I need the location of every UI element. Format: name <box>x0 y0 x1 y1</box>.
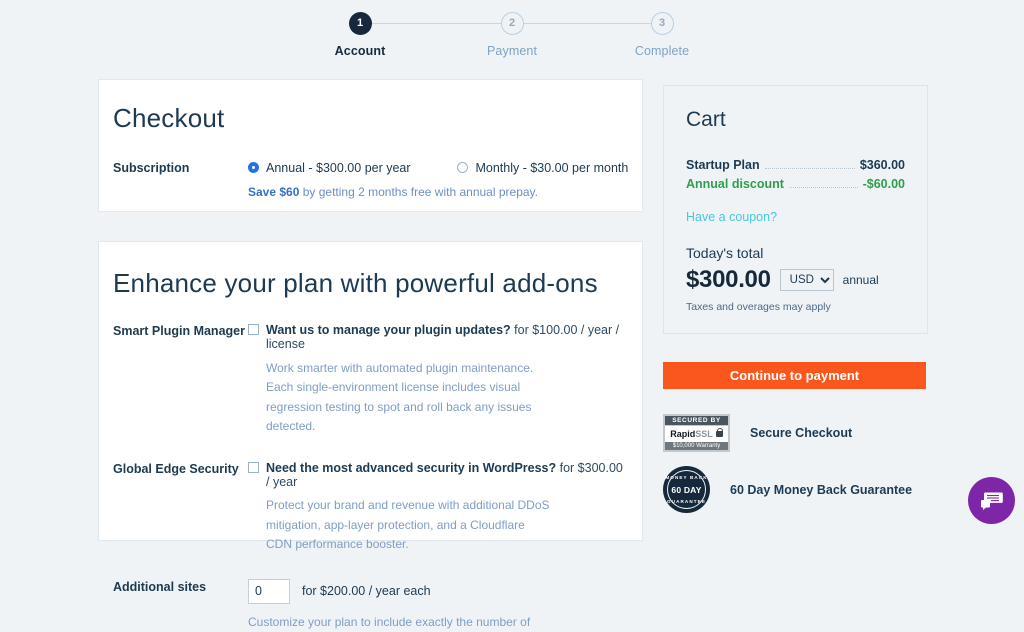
cart-item-amount: -$60.00 <box>862 177 905 191</box>
money-back-seal-icon: MONEY BACK 60 DAY GUARANTEE <box>663 466 710 513</box>
page-title: Checkout <box>113 103 225 133</box>
billing-period: annual <box>842 273 879 287</box>
ssl-brand-bold: Rapid <box>670 428 696 439</box>
cart-title: Cart <box>686 108 726 131</box>
step-number-1: 1 <box>348 12 372 35</box>
total-label: Today's total <box>686 245 764 261</box>
cart-item-name: Startup Plan <box>686 158 760 172</box>
radio-annual-icon[interactable] <box>248 162 259 173</box>
radio-monthly-label: Monthly - $30.00 per month <box>475 160 629 175</box>
chat-widget-button[interactable] <box>968 477 1015 524</box>
addon-label-smart-plugin-manager: Smart Plugin Manager <box>113 324 245 338</box>
checkout-card: Checkout Subscription Annual - $300.00 p… <box>98 79 643 212</box>
savings-text: by getting 2 months free with annual pre… <box>299 185 538 199</box>
coupon-link[interactable]: Have a coupon? <box>686 210 777 224</box>
radio-monthly-icon[interactable] <box>457 162 469 173</box>
ssl-brand-light: SSL <box>695 428 713 439</box>
currency-select[interactable]: USD <box>779 269 834 291</box>
seal-arc-top: MONEY BACK <box>665 475 708 480</box>
continue-to-payment-button[interactable]: Continue to payment <box>663 362 926 389</box>
annual-savings-note: Save $60 by getting 2 months free with a… <box>248 184 642 201</box>
addons-card: Enhance your plan with powerful add-ons … <box>98 241 643 629</box>
addon-label-global-edge-security: Global Edge Security <box>113 461 239 476</box>
money-back-label: 60 Day Money Back Guarantee <box>730 482 913 497</box>
step-label-payment: Payment <box>486 44 538 58</box>
addon-checkbox-global-edge-security[interactable]: Need the most advanced security in WordP… <box>248 461 624 490</box>
chat-bubble-icon <box>980 492 1003 510</box>
additional-sites-description: Customize your plan to include exactly t… <box>248 614 531 629</box>
taxes-note: Taxes and overages may apply <box>686 301 831 313</box>
radio-annual-label: Annual - $300.00 per year <box>266 160 411 175</box>
step-label-account: Account <box>334 44 386 58</box>
stepper-step-payment[interactable]: 2 Payment <box>469 12 555 58</box>
addon-row-smart-plugin-manager: Smart Plugin Manager Want us to manage y… <box>113 323 642 437</box>
lock-icon <box>715 427 724 437</box>
cart-line-items: Startup Plan $360.00 Annual discount -$6… <box>686 158 905 191</box>
addon-description-smart-plugin-manager: Work smarter with automated plugin maint… <box>266 360 534 434</box>
step-number-2: 2 <box>500 12 524 35</box>
addons-title: Enhance your plan with powerful add-ons <box>113 268 598 298</box>
secure-checkout-badge-row: SECURED BY Rapid SSL $10,000 Warranty Sec… <box>663 414 852 452</box>
stepper-step-complete[interactable]: 3 Complete <box>619 12 705 58</box>
addon-question-smart-plugin-manager: Want us to manage your plugin updates? f… <box>266 323 620 352</box>
checkbox-smart-plugin-manager-icon[interactable] <box>248 324 259 335</box>
step-label-complete: Complete <box>634 44 690 58</box>
stepper-step-account[interactable]: 1 Account <box>317 12 403 58</box>
subscription-row: Subscription Annual - $300.00 per year M… <box>113 160 642 201</box>
additional-sites-price: for $200.00 / year each <box>302 584 431 599</box>
cart-line-item: Startup Plan $360.00 <box>686 158 905 172</box>
total-amount: $300.00 <box>686 266 771 293</box>
cart-panel: Cart Startup Plan $360.00 Annual discoun… <box>663 85 928 334</box>
money-back-badge-row: MONEY BACK 60 DAY GUARANTEE 60 Day Money… <box>663 466 912 513</box>
additional-sites-input[interactable] <box>248 578 290 604</box>
cart-item-name: Annual discount <box>686 177 784 191</box>
addon-checkbox-smart-plugin-manager[interactable]: Want us to manage your plugin updates? f… <box>248 323 624 352</box>
secure-checkout-label: Secure Checkout <box>750 426 853 440</box>
checkbox-global-edge-security-icon[interactable] <box>248 461 259 473</box>
checkout-stepper: 1 Account 2 Payment 3 Complete <box>335 12 689 64</box>
cart-leader-dots <box>764 168 855 169</box>
total-row: $300.00 USD annual <box>686 266 905 294</box>
ssl-secured-by-text: SECURED BY <box>665 416 728 425</box>
savings-amount: Save $60 <box>248 185 300 199</box>
addon-row-global-edge-security: Global Edge Security Need the most advan… <box>113 461 642 555</box>
seal-core-text: 60 DAY <box>671 484 702 495</box>
addon-row-additional-sites: Additional sites for $200.00 / year each… <box>113 578 642 632</box>
ssl-brand: Rapid SSL <box>665 425 728 442</box>
step-number-3: 3 <box>650 12 674 35</box>
radio-option-annual[interactable]: Annual - $300.00 per year <box>248 161 453 175</box>
rapidssl-badge-icon: SECURED BY Rapid SSL $10,000 Warranty <box>663 414 730 452</box>
addon-description-global-edge-security: Protect your brand and revenue with addi… <box>266 498 550 552</box>
seal-arc-bottom: GUARANTEE <box>667 499 706 504</box>
cart-line-item: Annual discount -$60.00 <box>686 177 905 191</box>
addon-label-additional-sites: Additional sites <box>113 579 207 594</box>
cart-item-amount: $360.00 <box>859 158 905 172</box>
subscription-label: Subscription <box>113 161 190 175</box>
radio-option-monthly[interactable]: Monthly - $30.00 per month <box>457 161 628 175</box>
ssl-warranty-text: $10,000 Warranty <box>665 442 728 450</box>
addon-question-global-edge-security: Need the most advanced security in WordP… <box>266 460 623 489</box>
cart-leader-dots <box>788 187 858 188</box>
